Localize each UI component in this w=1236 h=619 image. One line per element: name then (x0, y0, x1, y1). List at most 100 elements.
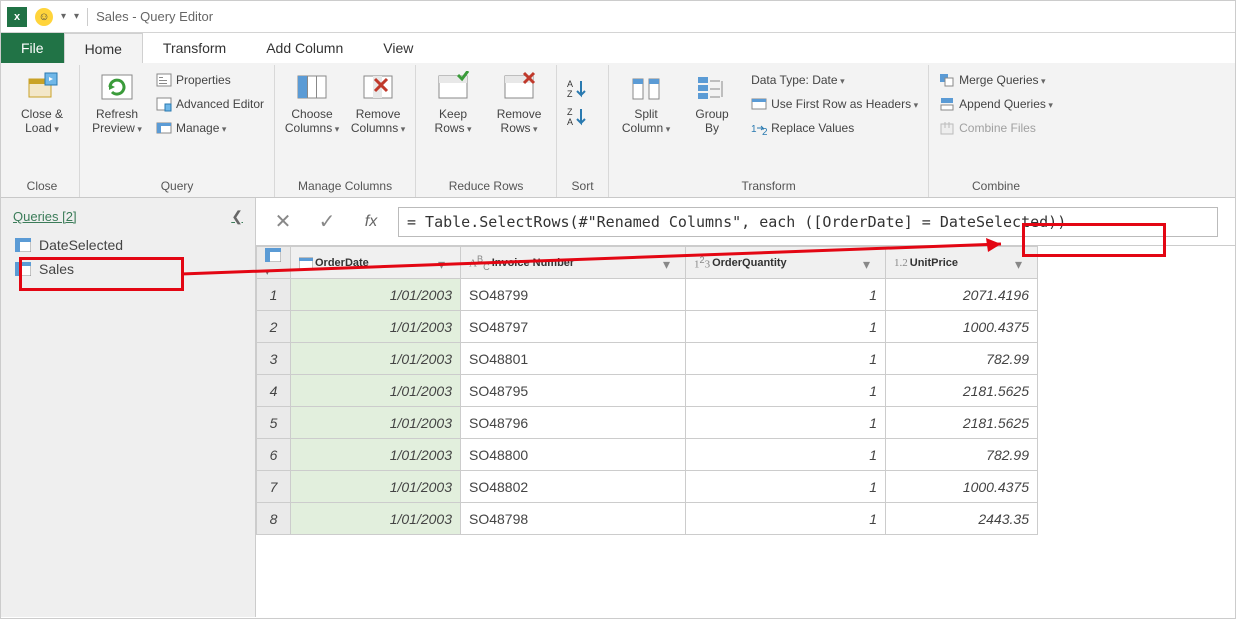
collapse-pane-icon[interactable]: ❮ (231, 208, 243, 225)
tab-add-column[interactable]: Add Column (246, 33, 363, 63)
cell-invoice[interactable]: SO48802 (461, 471, 686, 503)
column-header-invoice-number[interactable]: ABC Invoice Number▾ (461, 247, 686, 279)
cell-invoice[interactable]: SO48799 (461, 279, 686, 311)
group-by-label: Group By (695, 107, 728, 135)
cell-orderdate[interactable]: 1/01/2003 (291, 439, 461, 471)
choose-columns-icon (295, 71, 329, 105)
cell-orderdate[interactable]: 1/01/2003 (291, 311, 461, 343)
row-number[interactable]: 1 (257, 279, 291, 311)
row-number[interactable]: 8 (257, 503, 291, 535)
append-queries-button[interactable]: Append Queries (935, 93, 1057, 115)
row-number[interactable]: 5 (257, 407, 291, 439)
table-row[interactable]: 61/01/2003SO488001782.99 (257, 439, 1038, 471)
cell-invoice[interactable]: SO48797 (461, 311, 686, 343)
first-row-headers-button[interactable]: Use First Row as Headers (747, 93, 922, 115)
keep-rows-button[interactable]: Keep Rows (422, 67, 484, 136)
column-header-unitprice[interactable]: 1.2 UnitPrice▾ (886, 247, 1038, 279)
cell-invoice[interactable]: SO48795 (461, 375, 686, 407)
remove-columns-button[interactable]: Remove Columns (347, 67, 409, 136)
cell-price[interactable]: 1000.4375 (886, 311, 1038, 343)
data-grid[interactable]: ▾ OrderDate▾ABC Invoice Number▾123 Order… (256, 246, 1235, 535)
tab-transform[interactable]: Transform (143, 33, 246, 63)
cell-invoice[interactable]: SO48798 (461, 503, 686, 535)
cell-price[interactable]: 782.99 (886, 439, 1038, 471)
row-number[interactable]: 6 (257, 439, 291, 471)
table-row[interactable]: 11/01/2003SO4879912071.4196 (257, 279, 1038, 311)
split-column-button[interactable]: Split Column (615, 67, 677, 136)
cell-invoice[interactable]: SO48800 (461, 439, 686, 471)
table-row[interactable]: 31/01/2003SO488011782.99 (257, 343, 1038, 375)
tab-file[interactable]: File (1, 33, 64, 63)
accept-formula-icon[interactable]: ✓ (310, 205, 344, 239)
cell-orderdate[interactable]: 1/01/2003 (291, 503, 461, 535)
cell-orderdate[interactable]: 1/01/2003 (291, 279, 461, 311)
row-number[interactable]: 7 (257, 471, 291, 503)
qat-dropdown-icon[interactable]: ▾ (61, 11, 66, 22)
cell-orderdate[interactable]: 1/01/2003 (291, 407, 461, 439)
tab-home[interactable]: Home (64, 33, 143, 63)
tab-view[interactable]: View (363, 33, 433, 63)
replace-values-button[interactable]: 12 Replace Values (747, 117, 922, 139)
remove-rows-button[interactable]: Remove Rows (488, 67, 550, 136)
table-row[interactable]: 21/01/2003SO4879711000.4375 (257, 311, 1038, 343)
row-number[interactable]: 4 (257, 375, 291, 407)
properties-button[interactable]: Properties (152, 69, 268, 91)
group-sort-label: Sort (563, 175, 602, 195)
manage-button[interactable]: Manage (152, 117, 268, 139)
refresh-preview-button[interactable]: Refresh Preview (86, 67, 148, 136)
main-area: Queries [2] ❮ DateSelected Sales ✕ ✓ fx … (1, 198, 1235, 617)
cell-qty[interactable]: 1 (686, 439, 886, 471)
table-row[interactable]: 51/01/2003SO4879612181.5625 (257, 407, 1038, 439)
cell-qty[interactable]: 1 (686, 407, 886, 439)
cell-orderdate[interactable]: 1/01/2003 (291, 471, 461, 503)
cell-qty[interactable]: 1 (686, 503, 886, 535)
manage-icon (156, 120, 172, 136)
formula-bar: ✕ ✓ fx = Table.SelectRows(#"Renamed Colu… (256, 198, 1235, 246)
remove-columns-icon (361, 71, 395, 105)
select-all-header[interactable]: ▾ (257, 247, 291, 279)
queries-header[interactable]: Queries [2] (13, 209, 77, 224)
table-row[interactable]: 81/01/2003SO4879812443.35 (257, 503, 1038, 535)
smiley-icon[interactable]: ☺ (35, 8, 53, 26)
column-header-orderdate[interactable]: OrderDate▾ (291, 247, 461, 279)
svg-text:2: 2 (762, 127, 767, 136)
query-item-sales[interactable]: Sales (9, 257, 247, 281)
row-number[interactable]: 2 (257, 311, 291, 343)
cell-price[interactable]: 782.99 (886, 343, 1038, 375)
advanced-editor-button[interactable]: Advanced Editor (152, 93, 268, 115)
table-row[interactable]: 71/01/2003SO4880211000.4375 (257, 471, 1038, 503)
sort-asc-button[interactable]: AZ (567, 77, 589, 99)
cell-qty[interactable]: 1 (686, 375, 886, 407)
group-combine-label: Combine (935, 175, 1057, 195)
cell-qty[interactable]: 1 (686, 311, 886, 343)
qat-more-icon[interactable]: ▾ (74, 11, 79, 22)
cell-invoice[interactable]: SO48801 (461, 343, 686, 375)
sort-desc-button[interactable]: ZA (567, 105, 589, 127)
cell-orderdate[interactable]: 1/01/2003 (291, 375, 461, 407)
query-name: DateSelected (39, 237, 123, 253)
close-and-load-button[interactable]: Close & Load (11, 67, 73, 136)
cell-price[interactable]: 2181.5625 (886, 375, 1038, 407)
cell-qty[interactable]: 1 (686, 279, 886, 311)
cell-price[interactable]: 1000.4375 (886, 471, 1038, 503)
row-number[interactable]: 3 (257, 343, 291, 375)
cell-price[interactable]: 2443.35 (886, 503, 1038, 535)
merge-queries-button[interactable]: Merge Queries (935, 69, 1057, 91)
cell-price[interactable]: 2071.4196 (886, 279, 1038, 311)
cell-invoice[interactable]: SO48796 (461, 407, 686, 439)
formula-input[interactable]: = Table.SelectRows(#"Renamed Columns", e… (398, 207, 1218, 237)
data-type-button[interactable]: Data Type: Date (747, 69, 922, 91)
cell-price[interactable]: 2181.5625 (886, 407, 1038, 439)
cell-qty[interactable]: 1 (686, 471, 886, 503)
table-row[interactable]: 41/01/2003SO4879512181.5625 (257, 375, 1038, 407)
column-header-orderquantity[interactable]: 123 OrderQuantity▾ (686, 247, 886, 279)
manage-label: Manage (176, 121, 226, 135)
group-by-button[interactable]: Group By (681, 67, 743, 135)
cancel-formula-icon[interactable]: ✕ (266, 205, 300, 239)
data-type-label: Data Type: Date (751, 73, 845, 87)
cell-orderdate[interactable]: 1/01/2003 (291, 343, 461, 375)
cell-qty[interactable]: 1 (686, 343, 886, 375)
query-item-dateselected[interactable]: DateSelected (9, 233, 247, 257)
choose-columns-button[interactable]: Choose Columns (281, 67, 343, 136)
fx-icon[interactable]: fx (354, 205, 388, 239)
